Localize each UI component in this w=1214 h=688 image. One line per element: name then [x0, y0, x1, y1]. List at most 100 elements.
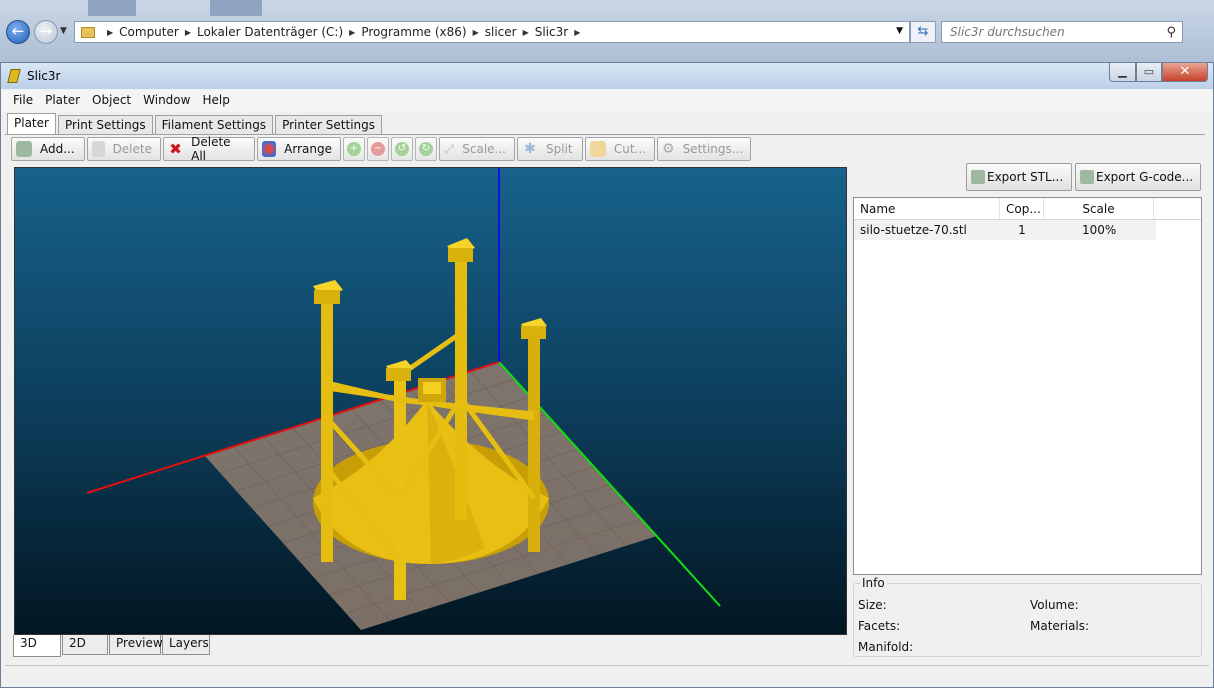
menu-bar: File Plater Object Window Help: [1, 90, 1213, 112]
slic3r-window: Slic3r ▁ ▭ ✕ File Plater Object Window H…: [0, 62, 1214, 688]
add-object-icon: [16, 141, 32, 157]
breadcrumb-slicer[interactable]: slicer: [485, 25, 517, 39]
breadcrumb-computer[interactable]: Computer: [119, 25, 179, 39]
delete-button[interactable]: Delete: [87, 137, 161, 161]
delete-icon: [92, 141, 105, 157]
back-arrow-icon[interactable]: ←: [6, 20, 30, 44]
export-icon: [1080, 170, 1094, 184]
tab-print-settings[interactable]: Print Settings: [57, 115, 153, 135]
view-tab-3d[interactable]: 3D: [13, 635, 61, 657]
rotate-right-icon: ↻: [419, 142, 433, 156]
menu-file[interactable]: File: [7, 90, 39, 112]
table-row[interactable]: silo-stuetze-70.stl 1 100%: [854, 220, 1156, 240]
tab-printer-settings[interactable]: Printer Settings: [275, 115, 383, 135]
scale-button[interactable]: ⤢ Scale...: [439, 137, 515, 161]
split-label: Split: [546, 142, 573, 156]
info-size-label: Size:: [858, 598, 887, 612]
view-tab-preview[interactable]: Preview: [109, 635, 163, 655]
export-icon: [971, 170, 985, 184]
increase-copies-button[interactable]: +: [343, 137, 365, 161]
cut-label: Cut...: [613, 142, 646, 156]
info-facets-label: Facets:: [858, 619, 901, 633]
plus-icon: +: [347, 142, 361, 156]
3d-viewport[interactable]: [14, 167, 847, 635]
chevron-right-icon[interactable]: ▶: [185, 28, 191, 37]
refresh-icon[interactable]: ⇆: [910, 21, 936, 43]
export-gcode-button[interactable]: Export G-code...: [1075, 163, 1201, 191]
menu-plater[interactable]: Plater: [39, 90, 86, 112]
info-volume-label: Volume:: [1030, 598, 1079, 612]
scale-icon: ⤢: [444, 142, 454, 156]
rotate-right-button[interactable]: ↻: [415, 137, 437, 161]
menu-help[interactable]: Help: [196, 90, 235, 112]
export-stl-button[interactable]: Export STL...: [966, 163, 1072, 191]
cut-button[interactable]: Cut...: [585, 137, 655, 161]
maximize-button[interactable]: ▭: [1136, 63, 1162, 82]
chevron-right-icon[interactable]: ▶: [473, 28, 479, 37]
delete-all-icon: ✖: [169, 140, 182, 158]
decrease-copies-button[interactable]: −: [367, 137, 389, 161]
slic3r-logo-icon: [7, 69, 21, 83]
chevron-right-icon[interactable]: ▶: [523, 28, 529, 37]
info-materials-label: Materials:: [1030, 619, 1090, 633]
chevron-right-icon[interactable]: ▶: [107, 28, 113, 37]
search-icon[interactable]: ⚲: [1166, 23, 1176, 43]
object-list[interactable]: Name Cop... Scale silo-stuetze-70.stl 1 …: [853, 197, 1202, 575]
column-header-copies[interactable]: Cop...: [1000, 198, 1044, 219]
chevron-right-icon[interactable]: ▶: [349, 28, 355, 37]
arrange-label: Arrange: [284, 142, 332, 156]
settings-label: Settings...: [682, 142, 744, 156]
object-name-cell: silo-stuetze-70.stl: [860, 223, 967, 237]
info-title: Info: [860, 576, 887, 590]
view-tabs: 3D 2D Preview Layers: [13, 635, 211, 657]
gear-icon: ⚙: [662, 141, 675, 157]
menu-object[interactable]: Object: [86, 90, 137, 112]
tab-filament-settings[interactable]: Filament Settings: [154, 115, 274, 135]
rotate-left-button[interactable]: ↺: [391, 137, 413, 161]
search-placeholder: Slic3r durchsuchen: [950, 25, 1065, 39]
tab-plater[interactable]: Plater: [7, 113, 56, 135]
delete-all-button[interactable]: ✖ Delete All: [163, 135, 255, 163]
close-button[interactable]: ✕: [1162, 63, 1208, 82]
main-tabs: Plater Print Settings Filament Settings …: [7, 113, 384, 135]
address-bar[interactable]: ▶ Computer ▶ Lokaler Datenträger (C:) ▶ …: [74, 21, 910, 43]
minus-icon: −: [371, 142, 385, 156]
3d-scene[interactable]: [15, 168, 847, 635]
object-list-header: Name Cop... Scale: [854, 198, 1201, 220]
delete-all-label: Delete All: [191, 135, 231, 163]
split-icon: ✱: [524, 141, 536, 157]
tab-divider: [5, 134, 1205, 135]
recent-pages-dropdown-icon[interactable]: ▼: [60, 26, 67, 36]
background-thumbnail: [88, 0, 136, 16]
background-thumbnail: [210, 0, 262, 16]
title-bar[interactable]: Slic3r ▁ ▭ ✕: [1, 63, 1213, 89]
add-button[interactable]: Add...: [11, 137, 85, 161]
breadcrumb-programs[interactable]: Programme (x86): [361, 25, 466, 39]
breadcrumb-slic3r[interactable]: Slic3r: [535, 25, 568, 39]
folder-icon: [81, 26, 95, 38]
breadcrumb-drive[interactable]: Lokaler Datenträger (C:): [197, 25, 343, 39]
column-header-name[interactable]: Name: [854, 198, 1000, 219]
add-label: Add...: [40, 142, 75, 156]
column-header-scale[interactable]: Scale: [1044, 198, 1154, 219]
arrange-icon: [262, 141, 277, 157]
window-title: Slic3r: [27, 69, 61, 83]
minimize-button[interactable]: ▁: [1109, 63, 1136, 82]
info-panel: Info Size: Volume: Facets: Materials: Ma…: [853, 576, 1202, 657]
rotate-left-icon: ↺: [395, 142, 409, 156]
chevron-right-icon[interactable]: ▶: [574, 28, 580, 37]
explorer-window: ← → ▼ ▶ Computer ▶ Lokaler Datenträger (…: [0, 0, 1214, 62]
view-tab-layers[interactable]: Layers: [162, 635, 210, 655]
info-manifold-label: Manifold:: [858, 640, 914, 654]
object-copies-cell: 1: [1018, 223, 1026, 237]
view-tab-2d[interactable]: 2D: [62, 635, 108, 655]
split-button[interactable]: ✱ Split: [517, 137, 583, 161]
arrange-button[interactable]: Arrange: [257, 137, 341, 161]
search-input[interactable]: Slic3r durchsuchen ⚲: [941, 21, 1183, 43]
cut-icon: [590, 141, 606, 157]
plater-toolbar: Add... Delete ✖ Delete All Arrange + − ↺…: [11, 135, 753, 163]
menu-window[interactable]: Window: [137, 90, 196, 112]
address-dropdown-icon[interactable]: ▼: [896, 26, 903, 36]
settings-button[interactable]: ⚙ Settings...: [657, 137, 751, 161]
forward-arrow-icon[interactable]: →: [34, 20, 58, 44]
